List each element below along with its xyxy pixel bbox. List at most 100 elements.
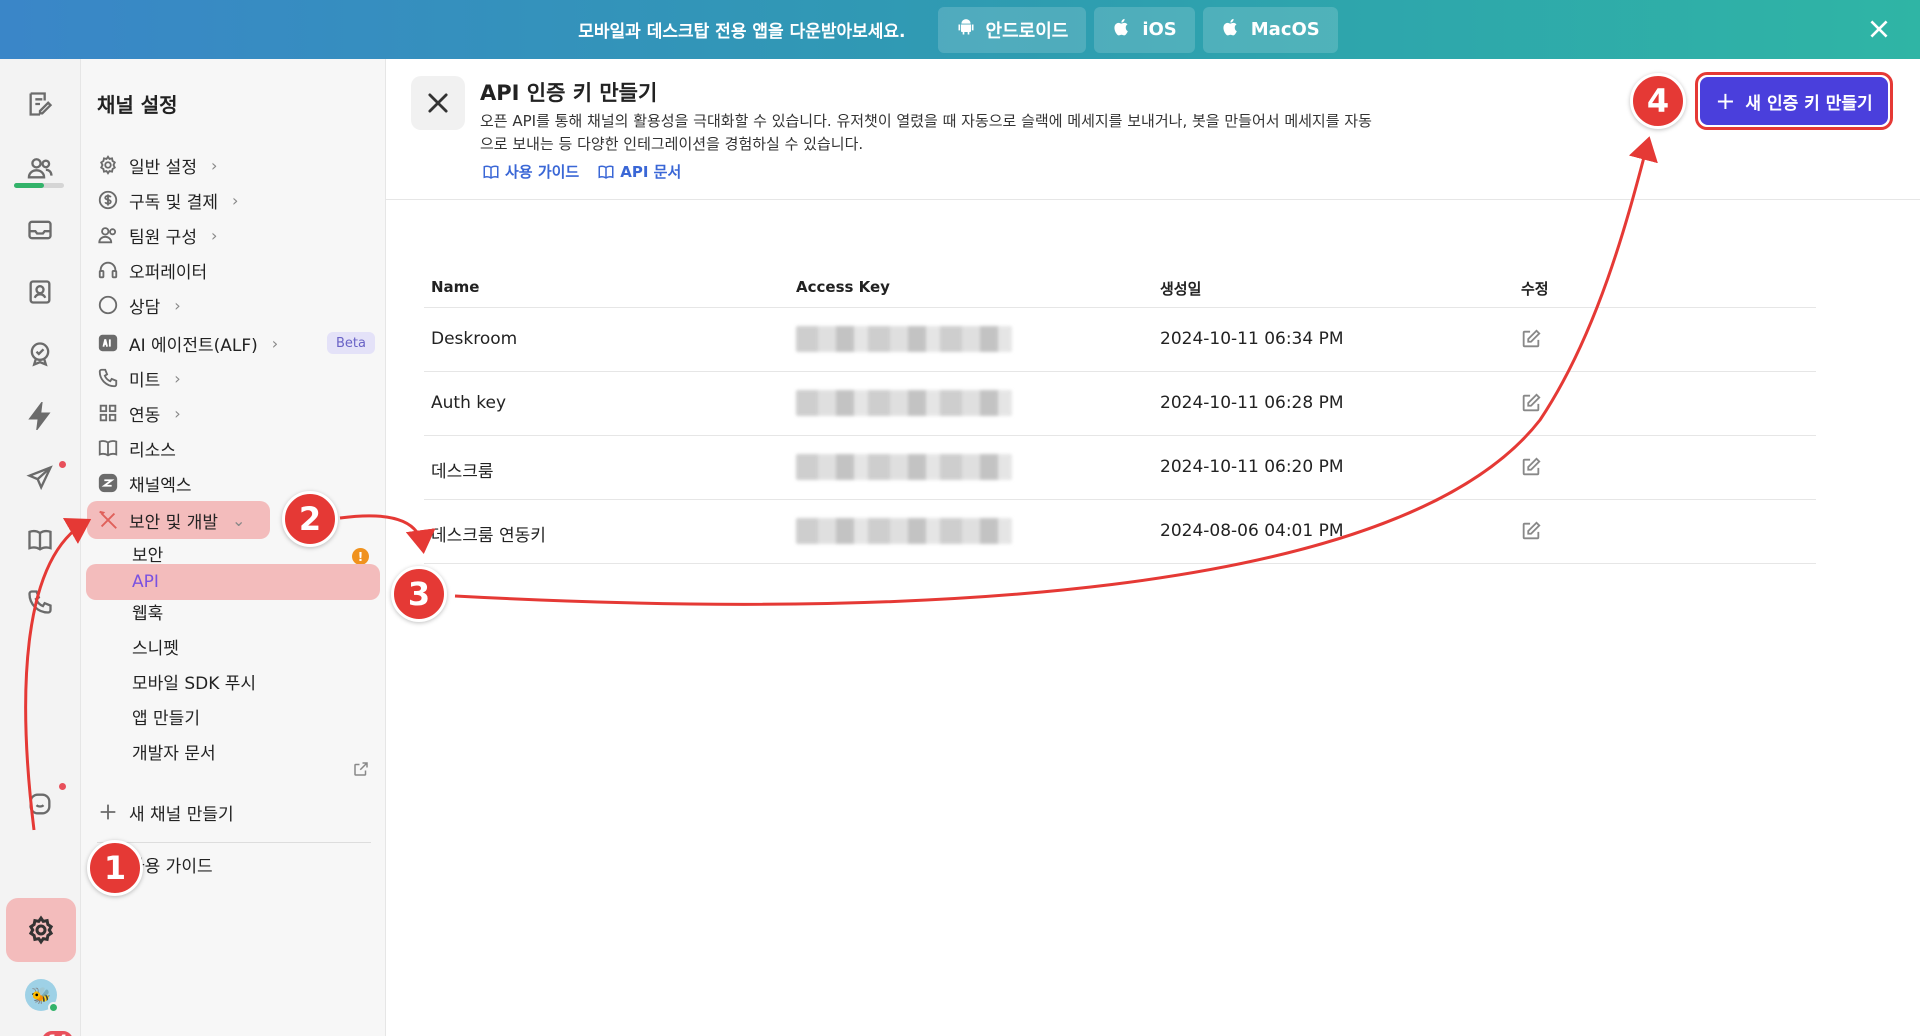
api-docs-link[interactable]: API 문서 (597, 161, 681, 182)
download-banner: 모바일과 데스크탑 전용 앱을 다운받아보세요. 안드로이드 iOS MacOS (0, 0, 1920, 59)
macos-button-label: MacOS (1250, 19, 1320, 40)
sidebar-item-label: AI 에이전트(ALF) (129, 335, 258, 356)
new-channel-button[interactable]: 새 채널 만들기 (97, 797, 234, 827)
macos-download-button[interactable]: MacOS (1202, 6, 1338, 53)
divider (97, 842, 371, 843)
notification-dot (59, 783, 66, 790)
key-created-date: 2024-10-11 06:20 PM (1160, 457, 1344, 477)
sidebar-item-subscription[interactable]: 구독 및 결제 › (97, 185, 238, 215)
plus-icon (97, 801, 119, 823)
book-icon[interactable] (23, 523, 57, 557)
sidebar-item-general[interactable]: 일반 설정 › (97, 150, 217, 180)
compose-icon[interactable] (23, 87, 57, 121)
gear-icon (28, 915, 54, 945)
sidebar-item-ai-agent[interactable]: AI 에이전트(ALF) › (97, 328, 278, 358)
chevron-right-icon: › (210, 225, 218, 245)
sidebar-item-resources[interactable]: 리소스 (97, 433, 176, 463)
apple-icon (1112, 17, 1132, 42)
table-row: 데스크룸 연동키 2024-08-06 04:01 PM (424, 500, 1816, 564)
left-rail: 🐝 14 (0, 59, 81, 1036)
sidebar-item-label: 구독 및 결제 (129, 192, 219, 213)
beta-badge: Beta (327, 332, 375, 354)
new-auth-key-label: 새 인증 키 만들기 (1745, 93, 1873, 114)
tools-icon (97, 509, 119, 531)
people-icon[interactable] (23, 151, 57, 185)
unread-count-badge: 14 (40, 1029, 76, 1036)
people-icon (97, 224, 119, 246)
table-row: 데스크룸 2024-10-11 06:20 PM (424, 436, 1816, 500)
sub-item-api[interactable]: API (86, 564, 380, 600)
edit-icon[interactable] (1520, 328, 1542, 350)
sidebar-item-label: 채널엑스 (129, 475, 192, 496)
android-download-button[interactable]: 안드로이드 (937, 6, 1087, 53)
sub-item-developer-docs[interactable]: 개발자 문서 (132, 736, 216, 766)
sub-item-webhook[interactable]: 웹훅 (132, 596, 163, 626)
sidebar-item-team[interactable]: 팀원 구성 › (97, 220, 217, 250)
tools-icon (411, 76, 465, 130)
step-callout-2: 2 (282, 491, 338, 547)
notification-dot (59, 461, 66, 468)
ios-button-label: iOS (1142, 19, 1177, 40)
chevron-down-icon: ⌄ (232, 510, 246, 530)
access-key-redacted (796, 390, 1012, 416)
table-row: Deskroom 2024-10-11 06:34 PM (424, 308, 1816, 372)
new-channel-label: 새 채널 만들기 (129, 804, 234, 825)
book-icon (483, 165, 499, 179)
column-header-name: Name (431, 278, 480, 296)
key-created-date: 2024-08-06 04:01 PM (1160, 521, 1344, 541)
sidebar-item-operator[interactable]: 오퍼레이터 (97, 255, 207, 285)
grid-icon (97, 402, 119, 424)
usage-guide-doc-link[interactable]: 사용 가이드 (482, 161, 579, 182)
sidebar-item-label: 연동 (129, 405, 161, 426)
edit-icon[interactable] (1520, 392, 1542, 414)
chevron-right-icon: › (210, 155, 218, 175)
sidebar-item-label: 보안 및 개발 (129, 512, 219, 533)
sidebar-item-meet[interactable]: 미트 › (97, 363, 181, 393)
chevron-right-icon: › (232, 190, 239, 210)
sub-item-app-builder[interactable]: 앱 만들기 (132, 701, 200, 731)
chat-icon[interactable] (23, 787, 57, 821)
page-title: API 인증 키 만들기 (480, 81, 658, 105)
lightning-icon[interactable] (23, 399, 57, 433)
link-label: API 문서 (620, 163, 682, 181)
avatar[interactable]: 🐝 (25, 979, 59, 1013)
link-label: 사용 가이드 (505, 163, 580, 181)
sub-item-snippet[interactable]: 스니펫 (132, 631, 179, 661)
sidebar-item-channel-x[interactable]: 채널엑스 (97, 468, 192, 498)
sidebar-item-label: 상담 (129, 297, 161, 318)
sub-item-mobile-sdk-push[interactable]: 모바일 SDK 푸시 (132, 666, 256, 696)
apple-icon (1221, 17, 1241, 42)
sidebar-item-label: 팀원 구성 (129, 227, 197, 248)
contact-card-icon[interactable] (23, 275, 57, 309)
dollar-icon (97, 189, 119, 211)
new-auth-key-button[interactable]: + 새 인증 키 만들기 (1700, 77, 1888, 125)
main-content: API 인증 키 만들기 오픈 API를 통해 채널의 활용성을 극대화할 수 … (386, 59, 1920, 1036)
api-key-table: Name Access Key 생성일 수정 Deskroom 2024-10-… (424, 264, 1816, 564)
inbox-icon[interactable] (23, 213, 57, 247)
key-name: Deskroom (431, 329, 518, 349)
headset-icon (97, 259, 119, 281)
key-name: 데스크룸 연동키 (431, 526, 546, 546)
external-link-icon (352, 760, 370, 778)
access-key-redacted (796, 518, 1012, 544)
sidebar-item-integration[interactable]: 연동 › (97, 398, 181, 428)
badge-icon[interactable] (23, 337, 57, 371)
online-status-dot (48, 1002, 59, 1013)
plus-icon: + (1715, 87, 1736, 115)
banner-text: 모바일과 데스크탑 전용 앱을 다운받아보세요. (578, 22, 906, 42)
edit-icon[interactable] (1520, 456, 1542, 478)
warning-icon: ! (352, 548, 369, 565)
phone-icon[interactable] (23, 585, 57, 619)
ios-download-button[interactable]: iOS (1094, 6, 1195, 53)
step-callout-3: 3 (391, 566, 447, 622)
sidebar-item-security-dev[interactable]: 보안 및 개발 ⌄ (87, 501, 270, 539)
help-links: 사용 가이드 API 문서 (482, 161, 681, 182)
key-created-date: 2024-10-11 06:34 PM (1160, 329, 1344, 349)
edit-icon[interactable] (1520, 520, 1542, 542)
close-icon[interactable] (1866, 16, 1892, 42)
send-icon[interactable] (23, 461, 57, 495)
sidebar-title: 채널 설정 (97, 93, 178, 117)
settings-button[interactable] (6, 898, 76, 962)
sidebar-item-consultation[interactable]: 상담 › (97, 290, 181, 320)
key-name: Auth key (431, 393, 507, 413)
